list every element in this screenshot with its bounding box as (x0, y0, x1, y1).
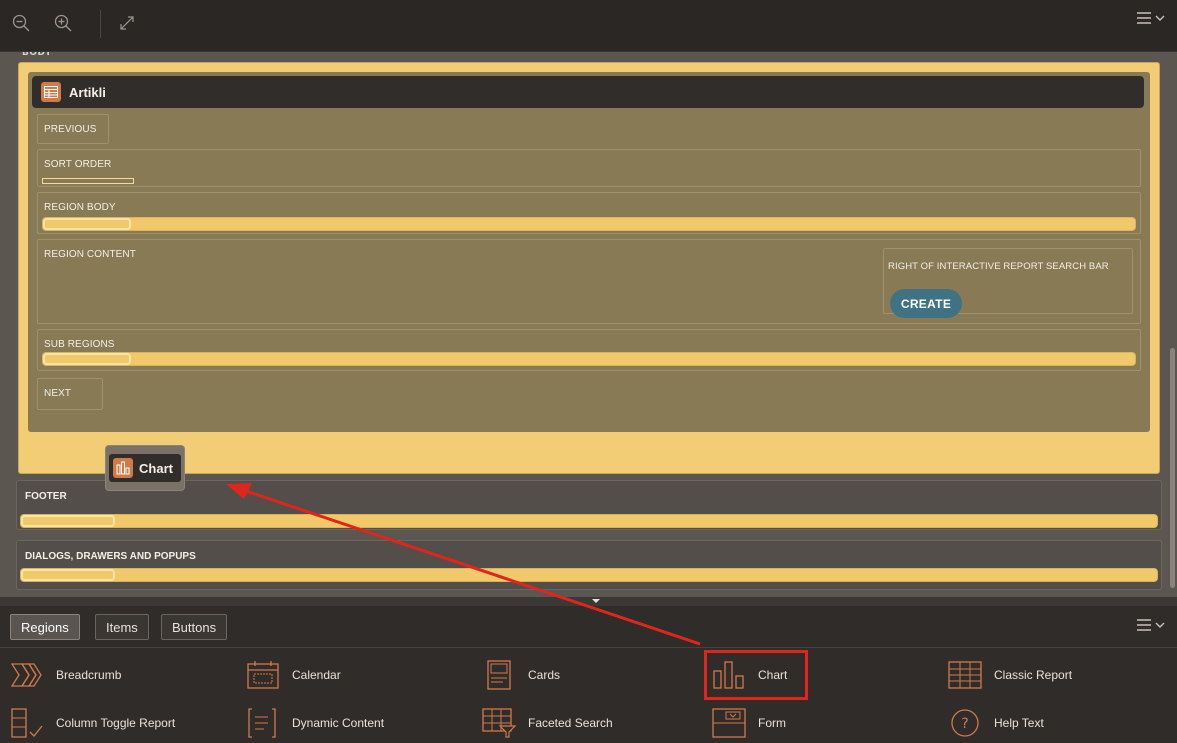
dragged-item-label: Chart (139, 460, 173, 476)
create-button[interactable]: CREATE (890, 289, 962, 318)
toolbar-separator (100, 10, 101, 38)
gallery-panel: Regions Items Buttons Breadcrumb Calenda… (0, 606, 1177, 743)
calendar-icon (246, 660, 280, 690)
slot-search-bar-label: RIGHT OF INTERACTIVE REPORT SEARCH BAR (888, 261, 1109, 272)
dynamic-content-icon (246, 708, 280, 738)
gallery-item-form[interactable]: Form (712, 703, 786, 743)
gallery-item-label: Column Toggle Report (56, 716, 176, 730)
slot-sub-regions-label: SUB REGIONS (44, 339, 115, 350)
chevron-down-icon (1155, 15, 1165, 21)
region-title: Artikli (69, 84, 106, 100)
gallery-item-faceted-search[interactable]: Faceted Search (482, 703, 613, 743)
footer-drop-bar[interactable] (20, 514, 1158, 528)
dialogs-drop-bar[interactable] (20, 568, 1158, 582)
footer-region[interactable]: FOOTER (16, 480, 1162, 530)
gallery-item-calendar[interactable]: Calendar (246, 655, 341, 695)
footer-label: FOOTER (25, 491, 67, 502)
chevron-down-icon (1155, 622, 1165, 628)
gallery-item-dynamic-content[interactable]: Dynamic Content (246, 703, 384, 743)
slot-sub-regions[interactable]: SUB REGIONS (37, 329, 1141, 371)
drop-indicator (21, 569, 115, 581)
canvas-scrollbar[interactable] (1170, 348, 1175, 588)
gallery-item-label: Cards (528, 668, 561, 682)
dragged-chart-item[interactable]: Chart (106, 446, 184, 490)
gallery-item-label: Breadcrumb (56, 668, 122, 682)
drop-indicator (43, 218, 131, 230)
drop-indicator (21, 515, 115, 527)
slot-region-content[interactable]: REGION CONTENT RIGHT OF INTERACTIVE REPO… (37, 239, 1141, 324)
slot-next[interactable]: NEXT (37, 378, 103, 410)
body-drop-region[interactable]: Artikli PREVIOUS SORT ORDER REGION BODY … (18, 62, 1160, 474)
collapse-arrow-icon[interactable] (592, 599, 600, 603)
gallery-item-label: Calendar (292, 668, 341, 682)
artikli-region[interactable]: Artikli PREVIOUS SORT ORDER REGION BODY … (28, 72, 1150, 432)
expand-icon[interactable] (114, 10, 140, 36)
zoom-out-icon[interactable] (8, 10, 34, 36)
slot-region-body[interactable]: REGION BODY (37, 192, 1141, 234)
gallery-tabs: Regions Items Buttons (0, 606, 1177, 648)
faceted-search-icon (482, 708, 516, 738)
tab-regions[interactable]: Regions (10, 614, 80, 640)
help-text-icon: ? (948, 708, 982, 738)
slot-search-bar[interactable]: RIGHT OF INTERACTIVE REPORT SEARCH BAR C… (883, 248, 1133, 318)
drop-indicator (43, 353, 131, 365)
menu-icon[interactable] (1137, 12, 1165, 24)
gallery-item-classic-report[interactable]: Classic Report (948, 655, 1072, 695)
zoom-in-icon[interactable] (50, 10, 76, 36)
tab-items[interactable]: Items (95, 614, 149, 640)
sub-regions-drop-bar[interactable] (42, 352, 1136, 366)
tab-buttons[interactable]: Buttons (161, 614, 228, 640)
slot-previous[interactable]: PREVIOUS (37, 114, 109, 144)
gallery-item-breadcrumb[interactable]: Breadcrumb (10, 655, 121, 695)
panel-splitter[interactable] (0, 597, 1177, 606)
gallery-item-label: Help Text (994, 716, 1044, 730)
sort-order-drop-bar[interactable] (42, 178, 134, 184)
dialogs-label: DIALOGS, DRAWERS AND POPUPS (25, 551, 196, 562)
gallery-item-label: Faceted Search (528, 716, 613, 730)
gallery-item-label: Form (758, 716, 786, 730)
canvas-toolbar (0, 0, 1177, 52)
gallery-item-label: Dynamic Content (292, 716, 385, 730)
gallery-item-help-text[interactable]: ? Help Text (948, 703, 1044, 743)
body-label: BODY (22, 52, 52, 58)
svg-text:?: ? (961, 716, 968, 732)
layout-canvas: BODY Artikli PREVIOUS SORT ORDER REGION … (0, 52, 1177, 597)
classic-report-icon (948, 660, 982, 690)
column-toggle-icon (10, 708, 44, 738)
gallery-item-column-toggle-report[interactable]: Column Toggle Report (10, 703, 175, 743)
chart-highlight-box (704, 650, 808, 700)
slot-sort-order[interactable]: SORT ORDER (37, 149, 1141, 187)
gallery-menu-icon[interactable] (1137, 619, 1165, 631)
region-header[interactable]: Artikli (32, 76, 1144, 108)
slot-region-body-label: REGION BODY (44, 202, 116, 213)
slot-previous-label: PREVIOUS (44, 124, 97, 135)
dialogs-region[interactable]: DIALOGS, DRAWERS AND POPUPS (16, 540, 1162, 590)
slot-sort-order-label: SORT ORDER (44, 159, 112, 170)
form-icon (712, 708, 746, 738)
interactive-report-icon (41, 82, 61, 102)
chart-icon (113, 458, 134, 478)
region-body-drop-bar[interactable] (42, 217, 1136, 231)
gallery-item-cards[interactable]: Cards (482, 655, 560, 695)
gallery-item-label: Classic Report (994, 668, 1073, 682)
slot-next-label: NEXT (44, 388, 72, 399)
slot-region-content-label: REGION CONTENT (44, 249, 136, 260)
breadcrumb-icon (10, 660, 44, 690)
cards-icon (482, 660, 516, 690)
